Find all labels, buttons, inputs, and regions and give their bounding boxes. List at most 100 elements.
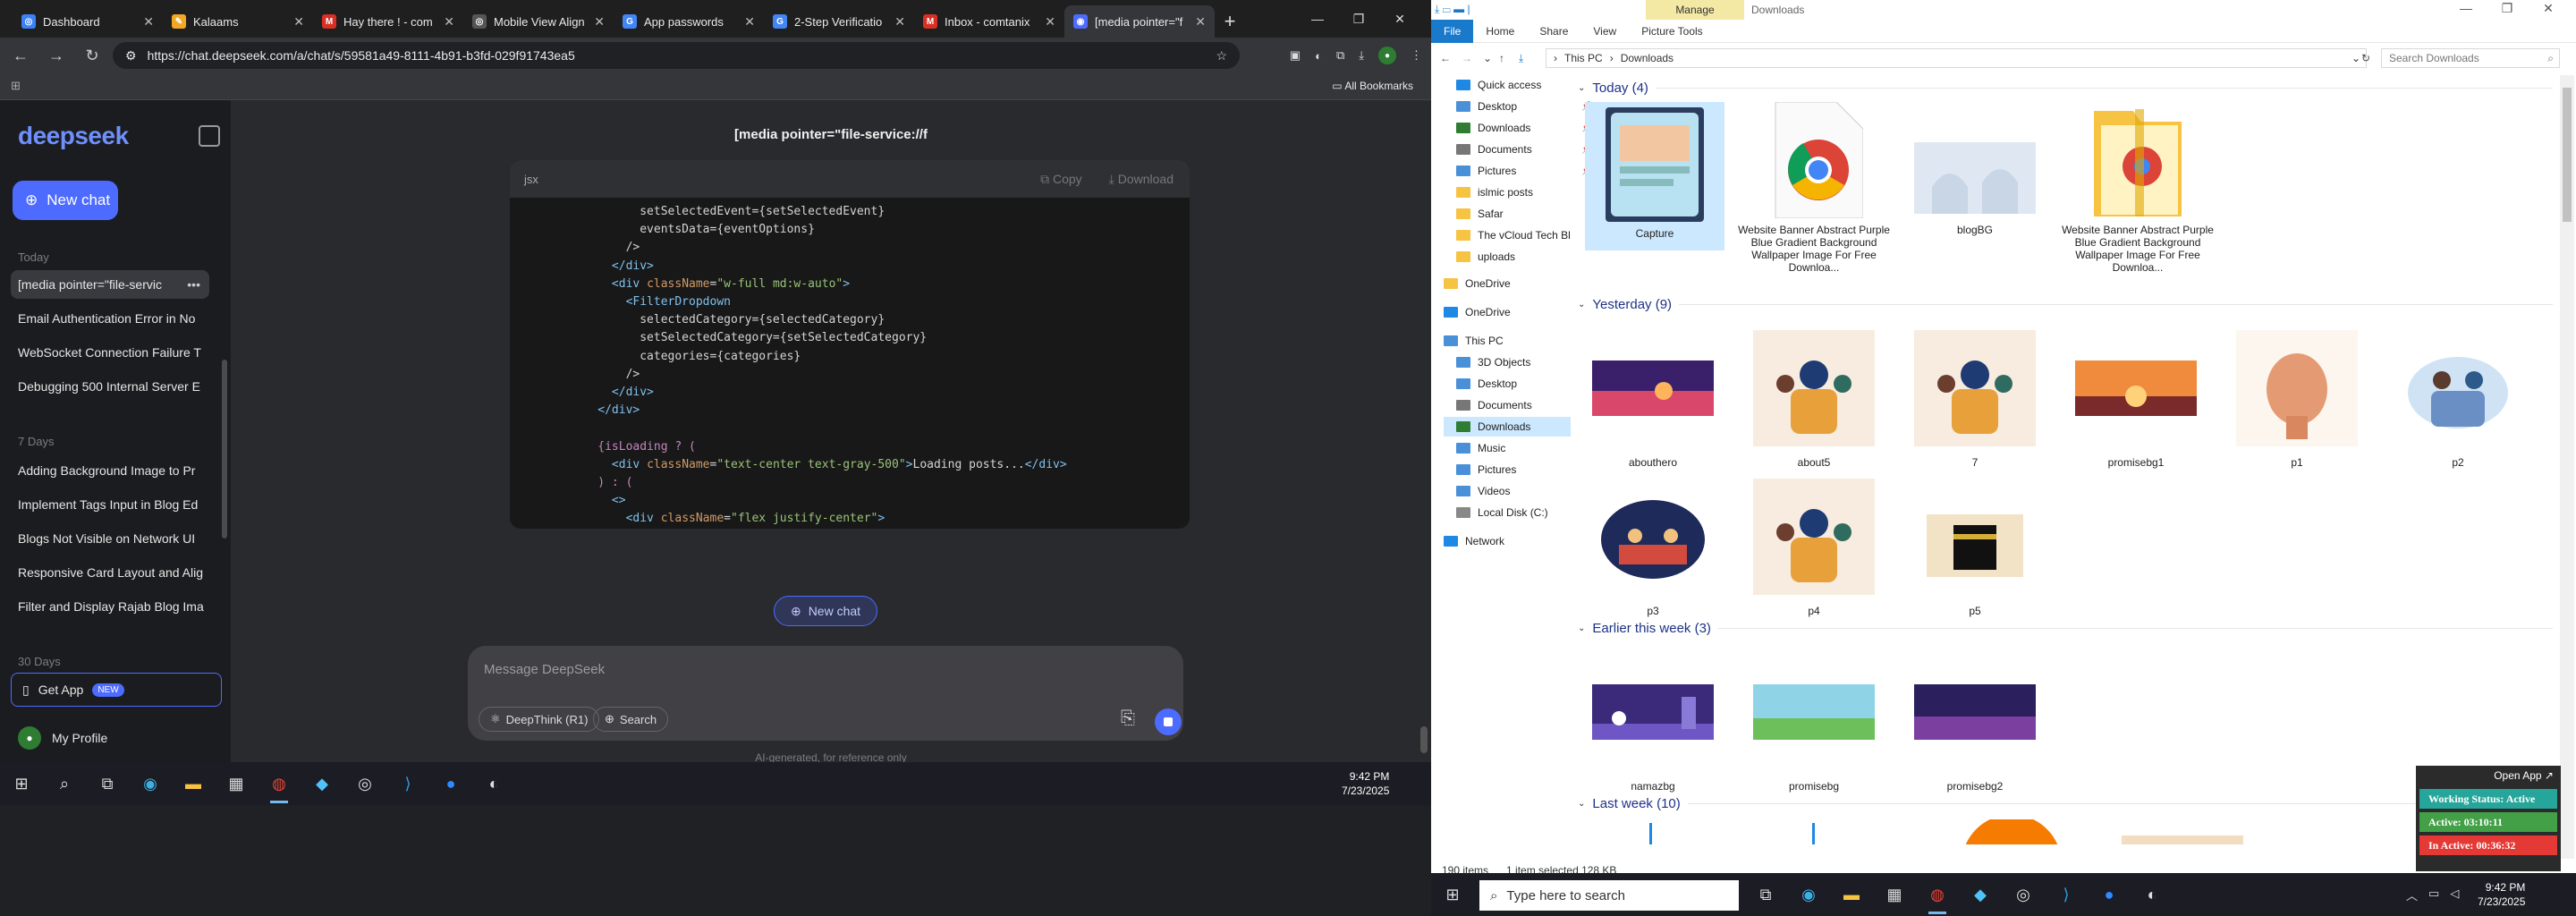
nav-item[interactable]: Documents [1456,395,1590,415]
edge-icon[interactable]: ◉ [1787,873,1830,916]
nav-item[interactable]: OneDrive [1444,302,1578,322]
store-icon[interactable]: ▦ [215,762,258,805]
extension-icon[interactable]: ◐ [1315,49,1322,63]
nav-item[interactable]: This PC [1444,331,1578,351]
chat-history-item[interactable]: WebSocket Connection Failure T [11,338,209,367]
path-bar[interactable]: › This PC › Downloads ⌄ [1546,48,2367,68]
nav-item[interactable]: uploads [1456,247,1590,267]
ribbon-tab-home[interactable]: Home [1473,20,1527,43]
group-header[interactable]: ⌄ Last week (10) [1578,796,2553,811]
ribbon-tab-share[interactable]: Share [1527,20,1580,43]
file-tile[interactable]: promisebg [1735,649,1893,793]
chat-history-item[interactable]: Adding Background Image to Pr [11,456,209,485]
close-icon[interactable]: ✕ [594,14,605,30]
nav-item[interactable]: Documents📌 [1456,140,1592,159]
collapse-sidebar-icon[interactable] [199,125,220,147]
scrollbar-thumb[interactable] [2563,88,2572,222]
file-tile[interactable]: about5 [1735,326,1893,469]
browser-tab[interactable]: M Hay there ! - com ✕ [313,5,463,38]
file-tile[interactable]: Website Banner Abstract Purple Blue Grad… [2059,102,2216,274]
forward-icon[interactable]: → [1462,52,1472,64]
deepseek-logo[interactable]: deepseek [18,122,129,150]
file-tile[interactable]: p5 [1896,474,2054,617]
file-explorer-icon[interactable]: ▬ [172,762,215,805]
ribbon-tab-file[interactable]: File [1431,19,1474,43]
chrome-icon[interactable]: ◍ [258,762,301,805]
file-explorer-icon[interactable]: ▬ [1830,873,1873,916]
extension-icon[interactable]: ▣ [1290,48,1301,63]
sidebar-scrollbar[interactable] [222,360,227,539]
close-window-icon[interactable]: ✕ [2528,0,2569,21]
site-info-icon[interactable]: ⚙ [125,48,137,64]
nav-item[interactable]: Quick access [1456,75,1590,95]
download-button[interactable]: ⤓ Download [1109,172,1174,187]
file-tile[interactable]: abouthero [1574,326,1732,469]
nav-item[interactable]: Downloads [1444,417,1571,437]
refresh-icon[interactable]: ↻ [2361,52,2370,64]
close-icon[interactable]: ✕ [1195,14,1206,30]
new-chat-pill-button[interactable]: ⊕ New chat [774,596,877,626]
github-icon[interactable]: ◎ [2002,873,2045,916]
puzzle-icon[interactable]: ⧉ [1336,48,1344,63]
task-view-icon[interactable]: ⧉ [1744,873,1787,916]
browser-tab[interactable]: G App passwords ✕ [614,5,764,38]
dropdown-icon[interactable]: ⌄ [2351,52,2360,64]
browser-tab[interactable]: M Inbox - comtanix ✕ [914,5,1064,38]
close-icon[interactable]: ✕ [1045,14,1055,30]
chat-history-item[interactable]: Debugging 500 Internal Server E [11,372,209,401]
file-tile[interactable]: namazbg [1574,649,1732,793]
system-clock[interactable]: 9:42 PM 7/23/2025 [1342,769,1389,798]
app-icon[interactable]: ◐ [472,762,515,805]
close-icon[interactable]: ✕ [293,14,304,30]
zoom-icon[interactable]: ● [2088,873,2131,916]
app-icon[interactable]: ◐ [2131,873,2174,916]
file-tile[interactable]: Capture [1585,102,1724,250]
system-clock[interactable]: 9:42 PM 7/23/2025 [2478,880,2525,909]
chat-history-item[interactable]: Email Authentication Error in No [11,304,209,333]
stop-button[interactable] [1155,708,1182,735]
all-bookmarks[interactable]: ▭ All Bookmarks [1332,80,1413,92]
nav-item[interactable]: Safar [1456,204,1590,224]
nav-item[interactable]: Desktop [1456,374,1590,394]
bookmark-star-icon[interactable]: ☆ [1216,48,1227,64]
browser-tab[interactable]: ◎ Mobile View Align ✕ [463,5,614,38]
copy-button[interactable]: ⧉ Copy [1040,172,1082,187]
network-icon[interactable]: ▭ [2428,886,2439,903]
browser-tab-active[interactable]: ◉ [media pointer="f ✕ [1064,5,1215,38]
path-segment[interactable]: Downloads [1621,52,1674,64]
paperclip-icon[interactable]: ⎘ [1121,708,1135,729]
manage-tab[interactable]: Manage [1646,0,1744,20]
group-header[interactable]: ⌄ Earlier this week (3) [1578,621,2553,636]
nav-item[interactable]: 3D Objects [1456,352,1590,372]
close-icon[interactable]: ✕ [444,14,454,30]
close-icon[interactable]: ✕ [143,14,154,30]
task-view-icon[interactable]: ⧉ [86,762,129,805]
download-icon[interactable]: ⤓ [1359,48,1364,63]
nav-item[interactable]: OneDrive [1444,274,1578,293]
github-icon[interactable]: ◎ [343,762,386,805]
new-chat-button[interactable]: ⊕ New chat [13,181,118,220]
edge-icon[interactable]: ◉ [129,762,172,805]
windows-start-icon[interactable]: ⊞ [1431,873,1474,916]
windows-start-icon[interactable]: ⊞ [0,762,43,805]
ribbon-tab-picture-tools[interactable]: Picture Tools [1629,20,1715,43]
back-icon[interactable]: ← [1440,52,1451,64]
maximize-icon[interactable]: ❐ [1338,5,1379,32]
nav-item[interactable]: Local Disk (C:) [1456,503,1590,522]
file-tile[interactable]: blogBG [1896,102,2054,236]
quick-access-toolbar-icon[interactable]: ⤓ ▭ ▬ | [1435,3,1470,16]
address-bar[interactable]: ⚙ https://chat.deepseek.com/a/chat/s/595… [113,42,1240,69]
chrome-icon[interactable]: ◍ [1916,873,1959,916]
nav-item[interactable]: Videos [1456,481,1590,501]
taskbar-search[interactable]: ⌕ Type here to search [1479,880,1739,911]
browser-tab[interactable]: ✎ Kalaams ✕ [163,5,313,38]
search-icon[interactable]: ⌕ [43,762,86,805]
minimize-icon[interactable]: — [1297,5,1338,32]
chat-scrollbar[interactable] [1420,726,1428,753]
minimize-icon[interactable]: — [2445,0,2487,21]
file-tile[interactable]: Website Banner Abstract Purple Blue Grad… [1735,102,1893,274]
get-app-button[interactable]: ▯ Get App NEW [11,673,222,707]
up-icon[interactable]: ↑ [1499,52,1504,64]
file-tile[interactable]: 7 [1896,326,2054,469]
chat-history-item[interactable]: [media pointer="file-servic ••• [11,270,209,299]
